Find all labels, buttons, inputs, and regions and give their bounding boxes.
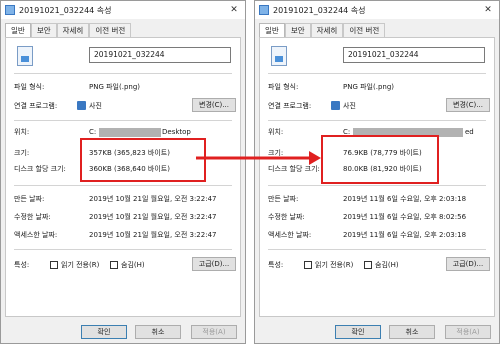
- highlight-box-left: [80, 138, 206, 182]
- attributes-label: 특성:: [14, 261, 30, 269]
- file-type-label: 파일 형식:: [14, 83, 45, 91]
- hidden-label: 숨김(H): [375, 261, 399, 269]
- file-type-label: 파일 형식:: [268, 83, 299, 91]
- png-file-icon: [271, 46, 287, 66]
- readonly-label: 읽기 전용(R): [61, 261, 100, 269]
- photos-app-icon: [331, 101, 340, 110]
- file-name-field[interactable]: 20191021_032244: [89, 47, 231, 63]
- apply-button[interactable]: 적용(A): [445, 325, 491, 339]
- open-with-label: 연결 프로그램:: [14, 102, 58, 110]
- title-bar: 20191021_032244 속성 ✕: [1, 1, 245, 19]
- accessed-label: 액세스한 날짜:: [268, 231, 312, 239]
- tab-previous-versions[interactable]: 이전 버전: [89, 23, 132, 37]
- change-button[interactable]: 변경(C)...: [192, 98, 236, 112]
- ok-button[interactable]: 확인: [335, 325, 381, 339]
- close-icon[interactable]: ✕: [477, 1, 499, 19]
- ok-button[interactable]: 확인: [81, 325, 127, 339]
- tab-general[interactable]: 일반: [5, 23, 31, 38]
- divider: [268, 120, 486, 121]
- tab-details[interactable]: 자세히: [310, 23, 344, 37]
- divider: [268, 73, 486, 74]
- hidden-label: 숨김(H): [121, 261, 145, 269]
- divider: [268, 185, 486, 186]
- modified-label: 수정한 날짜:: [14, 213, 51, 221]
- divider: [14, 120, 232, 121]
- modified-value: 2019년 11월 6일 수요일, 오후 8:02:56: [343, 213, 467, 221]
- tab-general[interactable]: 일반: [259, 23, 285, 38]
- readonly-checkbox[interactable]: [50, 261, 58, 269]
- accessed-value: 2019년 10월 21일 월요일, 오전 3:22:47: [89, 231, 217, 239]
- created-label: 만든 날짜:: [14, 195, 45, 203]
- open-with-label: 연결 프로그램:: [268, 102, 312, 110]
- created-value: 2019년 10월 21일 월요일, 오전 3:22:47: [89, 195, 217, 203]
- divider: [14, 73, 232, 74]
- modified-label: 수정한 날짜:: [268, 213, 305, 221]
- hidden-checkbox[interactable]: [364, 261, 372, 269]
- divider: [14, 185, 232, 186]
- advanced-button[interactable]: 고급(D)...: [446, 257, 490, 271]
- open-with-value: 사진: [343, 102, 356, 110]
- created-value: 2019년 11월 6일 수요일, 오후 2:03:18: [343, 195, 467, 203]
- photos-app-icon: [77, 101, 86, 110]
- tab-strip: 일반 보안 자세히 이전 버전: [259, 23, 386, 38]
- image-file-icon: [259, 5, 269, 15]
- cancel-button[interactable]: 취소: [135, 325, 181, 339]
- divider: [14, 249, 232, 250]
- close-icon[interactable]: ✕: [223, 1, 245, 19]
- accessed-label: 액세스한 날짜:: [14, 231, 58, 239]
- window-title: 20191021_032244 속성: [273, 6, 366, 15]
- open-with-value: 사진: [89, 102, 102, 110]
- divider: [268, 249, 486, 250]
- size-on-disk-label: 디스크 할당 크기:: [14, 165, 66, 173]
- tab-strip: 일반 보안 자세히 이전 버전: [5, 23, 132, 38]
- location-label: 위치:: [268, 128, 284, 136]
- title-bar: 20191021_032244 속성 ✕: [255, 1, 499, 19]
- apply-button[interactable]: 적용(A): [191, 325, 237, 339]
- accessed-value: 2019년 11월 6일 수요일, 오후 2:03:18: [343, 231, 467, 239]
- readonly-label: 읽기 전용(R): [315, 261, 354, 269]
- window-title: 20191021_032244 속성: [19, 6, 112, 15]
- created-label: 만든 날짜:: [268, 195, 299, 203]
- highlight-box-right: [321, 135, 439, 184]
- size-label: 크기:: [268, 149, 284, 157]
- file-type-value: PNG 파일(.png): [89, 83, 140, 91]
- location-prefix: C:: [89, 128, 97, 136]
- image-file-icon: [5, 5, 15, 15]
- change-button[interactable]: 변경(C)...: [446, 98, 490, 112]
- readonly-checkbox[interactable]: [304, 261, 312, 269]
- tab-details[interactable]: 자세히: [56, 23, 90, 37]
- tab-security[interactable]: 보안: [284, 23, 311, 37]
- cancel-button[interactable]: 취소: [389, 325, 435, 339]
- size-label: 크기:: [14, 149, 30, 157]
- location-label: 위치:: [14, 128, 30, 136]
- redaction-block: [99, 128, 161, 137]
- size-on-disk-label: 디스크 할당 크기:: [268, 165, 320, 173]
- location-suffix: Desktop: [162, 128, 191, 136]
- file-name-field[interactable]: 20191021_032244: [343, 47, 485, 63]
- tab-security[interactable]: 보안: [30, 23, 57, 37]
- tab-previous-versions[interactable]: 이전 버전: [343, 23, 386, 37]
- location-suffix: ed: [465, 128, 474, 136]
- advanced-button[interactable]: 고급(D)...: [192, 257, 236, 271]
- file-type-value: PNG 파일(.png): [343, 83, 394, 91]
- png-file-icon: [17, 46, 33, 66]
- hidden-checkbox[interactable]: [110, 261, 118, 269]
- modified-value: 2019년 10월 21일 월요일, 오전 3:22:47: [89, 213, 217, 221]
- attributes-label: 특성:: [268, 261, 284, 269]
